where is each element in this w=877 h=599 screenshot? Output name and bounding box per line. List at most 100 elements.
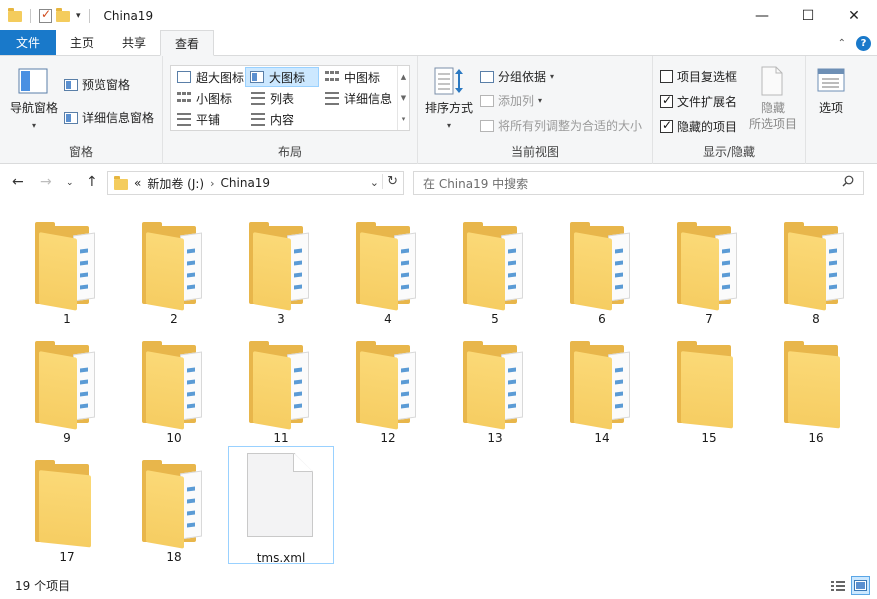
options-button[interactable]: 选项 [806,100,856,116]
hidden-items-checkbox[interactable] [660,118,673,133]
folder-item[interactable]: 12 [335,327,441,445]
folder-icon [114,175,128,190]
navigation-pane-button[interactable]: 导航窗格 ▾ [4,100,64,134]
folder-item[interactable]: 4 [335,208,441,326]
layout-label: 中图标 [344,70,381,85]
chevron-down-icon: ▾ [550,72,555,81]
folder-with-files-icon [463,222,527,311]
layout-content[interactable]: 内容 [247,109,298,129]
folder-item[interactable]: 9 [14,327,120,445]
address-bar[interactable]: « 新加卷 (J:) › China19 ⌄ ↻ [107,171,404,195]
customize-toolbar-dropdown-icon[interactable]: ▾ [76,11,81,21]
layout-extra-large-icons[interactable]: 超大图标 [173,67,248,87]
tab-view[interactable]: 查看 [160,30,215,56]
layout-tiles[interactable]: 平铺 [173,109,224,129]
file-extensions-checkbox[interactable] [660,93,673,108]
breadcrumb-current[interactable]: China19 [221,176,271,190]
item-checkboxes-checkbox[interactable] [660,70,673,83]
folder-item[interactable]: 6 [549,208,655,326]
folder-item[interactable]: 15 [656,327,762,445]
file-item[interactable]: tms.xml [228,446,334,565]
scroll-down-icon[interactable]: ▼ [401,94,406,102]
item-name: 13 [487,431,503,445]
new-folder-icon[interactable] [56,8,70,22]
details-pane-button[interactable]: 详细信息窗格 [64,109,154,126]
expand-gallery-icon[interactable]: ▾ [402,115,406,123]
large-icons-view-icon [854,580,867,591]
details-icon [325,91,339,105]
large-icons-view-button[interactable] [851,576,870,595]
file-extensions-toggle[interactable]: 文件扩展名 [660,93,737,110]
large-icons-icon [250,71,264,83]
tab-file[interactable]: 文件 [0,30,56,55]
folder-item[interactable]: 1 [14,208,120,326]
layout-small-icons[interactable]: 小图标 [173,88,236,108]
folder-item[interactable]: 14 [549,327,655,445]
details-view-button[interactable] [828,576,847,595]
group-by-label: 分组依据 [498,70,547,84]
layout-medium-icons[interactable]: 中图标 [321,67,384,87]
item-checkboxes-toggle[interactable]: 项目复选框 [660,68,737,85]
recent-locations-dropdown-icon[interactable]: ⌄ [66,178,74,188]
add-columns-button[interactable]: 添加列 ▾ [480,92,542,109]
folder-with-files-icon [784,222,848,311]
folder-item[interactable]: 7 [656,208,762,326]
folder-with-files-icon [677,222,741,311]
content-icon [251,112,265,126]
close-button[interactable]: ✕ [831,0,877,31]
folder-item[interactable]: 17 [14,446,120,564]
layout-scrollbar[interactable]: ▲ ▼ ▾ [397,66,409,130]
item-name: 10 [166,431,182,445]
folder-item[interactable]: 18 [121,446,227,564]
search-input[interactable]: 在 China19 中搜索 [413,171,864,195]
layout-list[interactable]: 列表 [247,88,298,108]
item-checkboxes-label: 项目复选框 [677,70,738,84]
fit-columns-button[interactable]: 将所有列调整为合适的大小 [480,117,642,134]
tab-home[interactable]: 主页 [56,30,108,55]
folder-with-files-icon [142,341,206,430]
preview-pane-button[interactable]: 预览窗格 [64,76,130,93]
forward-button[interactable]: → [40,174,52,190]
collapse-ribbon-icon[interactable]: ⌃ [838,38,846,49]
add-columns-icon [480,94,494,107]
layout-details[interactable]: 详细信息 [321,88,396,108]
document-icon [247,453,315,539]
folder-with-files-icon [570,222,634,311]
address-dropdown-icon[interactable]: ⌄ [370,176,379,189]
folder-item[interactable]: 2 [121,208,227,326]
search-icon[interactable] [842,175,854,187]
item-count: 19 个项目 [15,579,71,593]
minimize-button[interactable]: — [739,0,785,31]
up-button[interactable]: ↑ [86,174,98,190]
item-name: 6 [598,312,606,326]
folder-item[interactable]: 11 [228,327,334,445]
item-name: 12 [380,431,396,445]
folder-item[interactable]: 10 [121,327,227,445]
tab-share[interactable]: 共享 [108,30,160,55]
help-icon[interactable]: ? [856,36,871,51]
group-label: 窗格 [68,145,93,159]
extra-large-icons-icon [177,71,191,83]
properties-icon[interactable] [39,7,52,23]
folder-item[interactable]: 8 [763,208,869,326]
maximize-button[interactable]: ☐ [785,0,831,31]
folder-item[interactable]: 13 [442,327,548,445]
divider [30,8,31,23]
folder-item[interactable]: 3 [228,208,334,326]
options-group: 选项 [806,56,856,164]
sort-by-button[interactable]: 排序方式 ▾ [420,100,478,134]
folder-item[interactable]: 5 [442,208,548,326]
hide-selected-items-button[interactable]: 隐藏 所选项目 [743,100,803,132]
refresh-icon[interactable]: ↻ [382,174,398,189]
hidden-items-toggle[interactable]: 隐藏的项目 [660,118,737,135]
group-by-button[interactable]: 分组依据 ▾ [480,68,554,85]
breadcrumb-overflow[interactable]: « [134,176,141,190]
back-button[interactable]: ← [12,174,24,190]
chevron-right-icon[interactable]: › [210,177,214,190]
file-extensions-label: 文件扩展名 [677,95,738,109]
layout-large-icons[interactable]: 大图标 [245,67,319,87]
scroll-up-icon[interactable]: ▲ [401,73,406,81]
folder-with-files-icon [249,341,313,430]
folder-item[interactable]: 16 [763,327,869,445]
breadcrumb-drive[interactable]: 新加卷 (J:) [147,175,204,192]
